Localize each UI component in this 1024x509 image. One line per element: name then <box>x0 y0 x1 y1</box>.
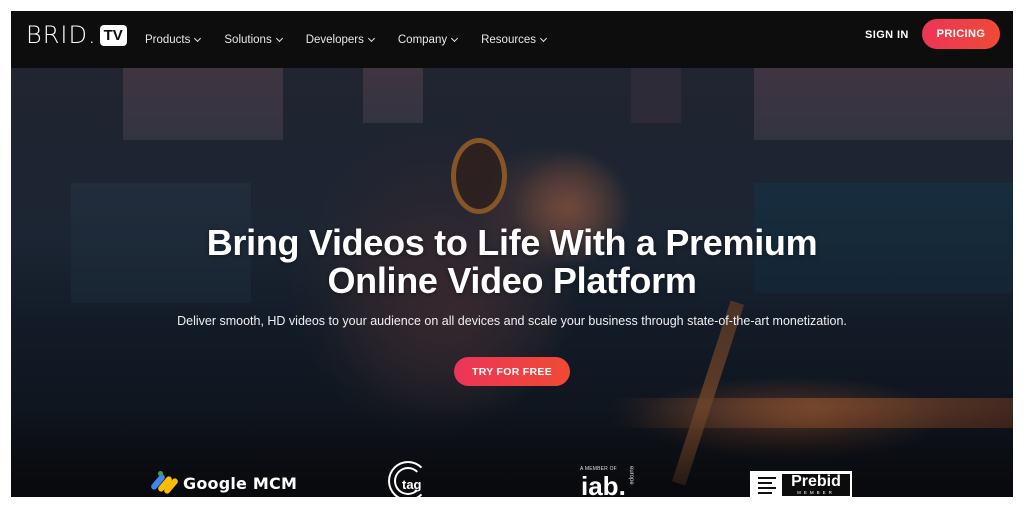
nav-item-resources[interactable]: Resources <box>481 33 548 46</box>
google-mcm-label: Google MCM <box>183 473 298 493</box>
iab-europe-logo: A MEMBER OF iab. europe <box>580 466 640 497</box>
chevron-down-icon <box>367 34 375 42</box>
tag-label: tag <box>402 477 422 492</box>
hero-section: Bring Videos to Life With a Premium Onli… <box>11 68 1013 497</box>
brid-tv-logo[interactable]: BRID. TV <box>26 22 127 48</box>
nav-item-label: Products <box>145 33 191 46</box>
nav-item-solutions[interactable]: Solutions <box>224 33 283 46</box>
hero-headline: Bring Videos to Life With a Premium Onli… <box>11 224 1013 300</box>
try-for-free-button[interactable]: TRY FOR FREE <box>454 357 570 386</box>
logo-tv-badge: TV <box>99 24 127 46</box>
chevron-down-icon <box>451 34 459 42</box>
nav-item-label: Company <box>397 33 448 46</box>
chevron-down-icon <box>194 34 202 42</box>
google-mcm-logo: Google MCM <box>149 471 298 495</box>
tag-logo: tag <box>388 461 430 497</box>
prebid-label: Prebid <box>791 473 841 490</box>
prebid-wordmark: Prebid MEMBER <box>782 474 850 496</box>
chevron-down-icon <box>540 34 548 42</box>
google-mcm-icon <box>149 471 180 495</box>
main-menu: Products Solutions Developers Company Re… <box>145 11 570 68</box>
nav-item-developers[interactable]: Developers <box>305 33 375 46</box>
headline-line-2: Online Video Platform <box>327 260 697 301</box>
top-navigation: BRID. TV Products Solutions Developers C… <box>11 11 1013 68</box>
pricing-button[interactable]: PRICING <box>922 19 1000 49</box>
page-frame: BRID. TV Products Solutions Developers C… <box>11 11 1013 497</box>
nav-item-label: Resources <box>481 33 537 46</box>
nav-item-company[interactable]: Company <box>397 33 459 46</box>
nav-item-label: Developers <box>305 33 364 46</box>
hero-subheadline: Deliver smooth, HD videos to your audien… <box>177 314 847 328</box>
nav-item-label: Solutions <box>224 33 272 46</box>
chevron-down-icon <box>275 34 283 42</box>
prebid-sub-label: MEMBER <box>797 490 835 495</box>
nav-item-products[interactable]: Products <box>145 33 202 46</box>
prebid-lines-icon <box>752 473 782 497</box>
prebid-member-logo: Prebid MEMBER <box>750 471 852 497</box>
logo-text: BRID. <box>26 21 97 49</box>
iab-region: europe <box>628 466 634 485</box>
iab-label: iab. <box>581 471 626 497</box>
sign-in-link[interactable]: SIGN IN <box>865 28 909 42</box>
headline-line-1: Bring Videos to Life With a Premium <box>206 222 818 263</box>
